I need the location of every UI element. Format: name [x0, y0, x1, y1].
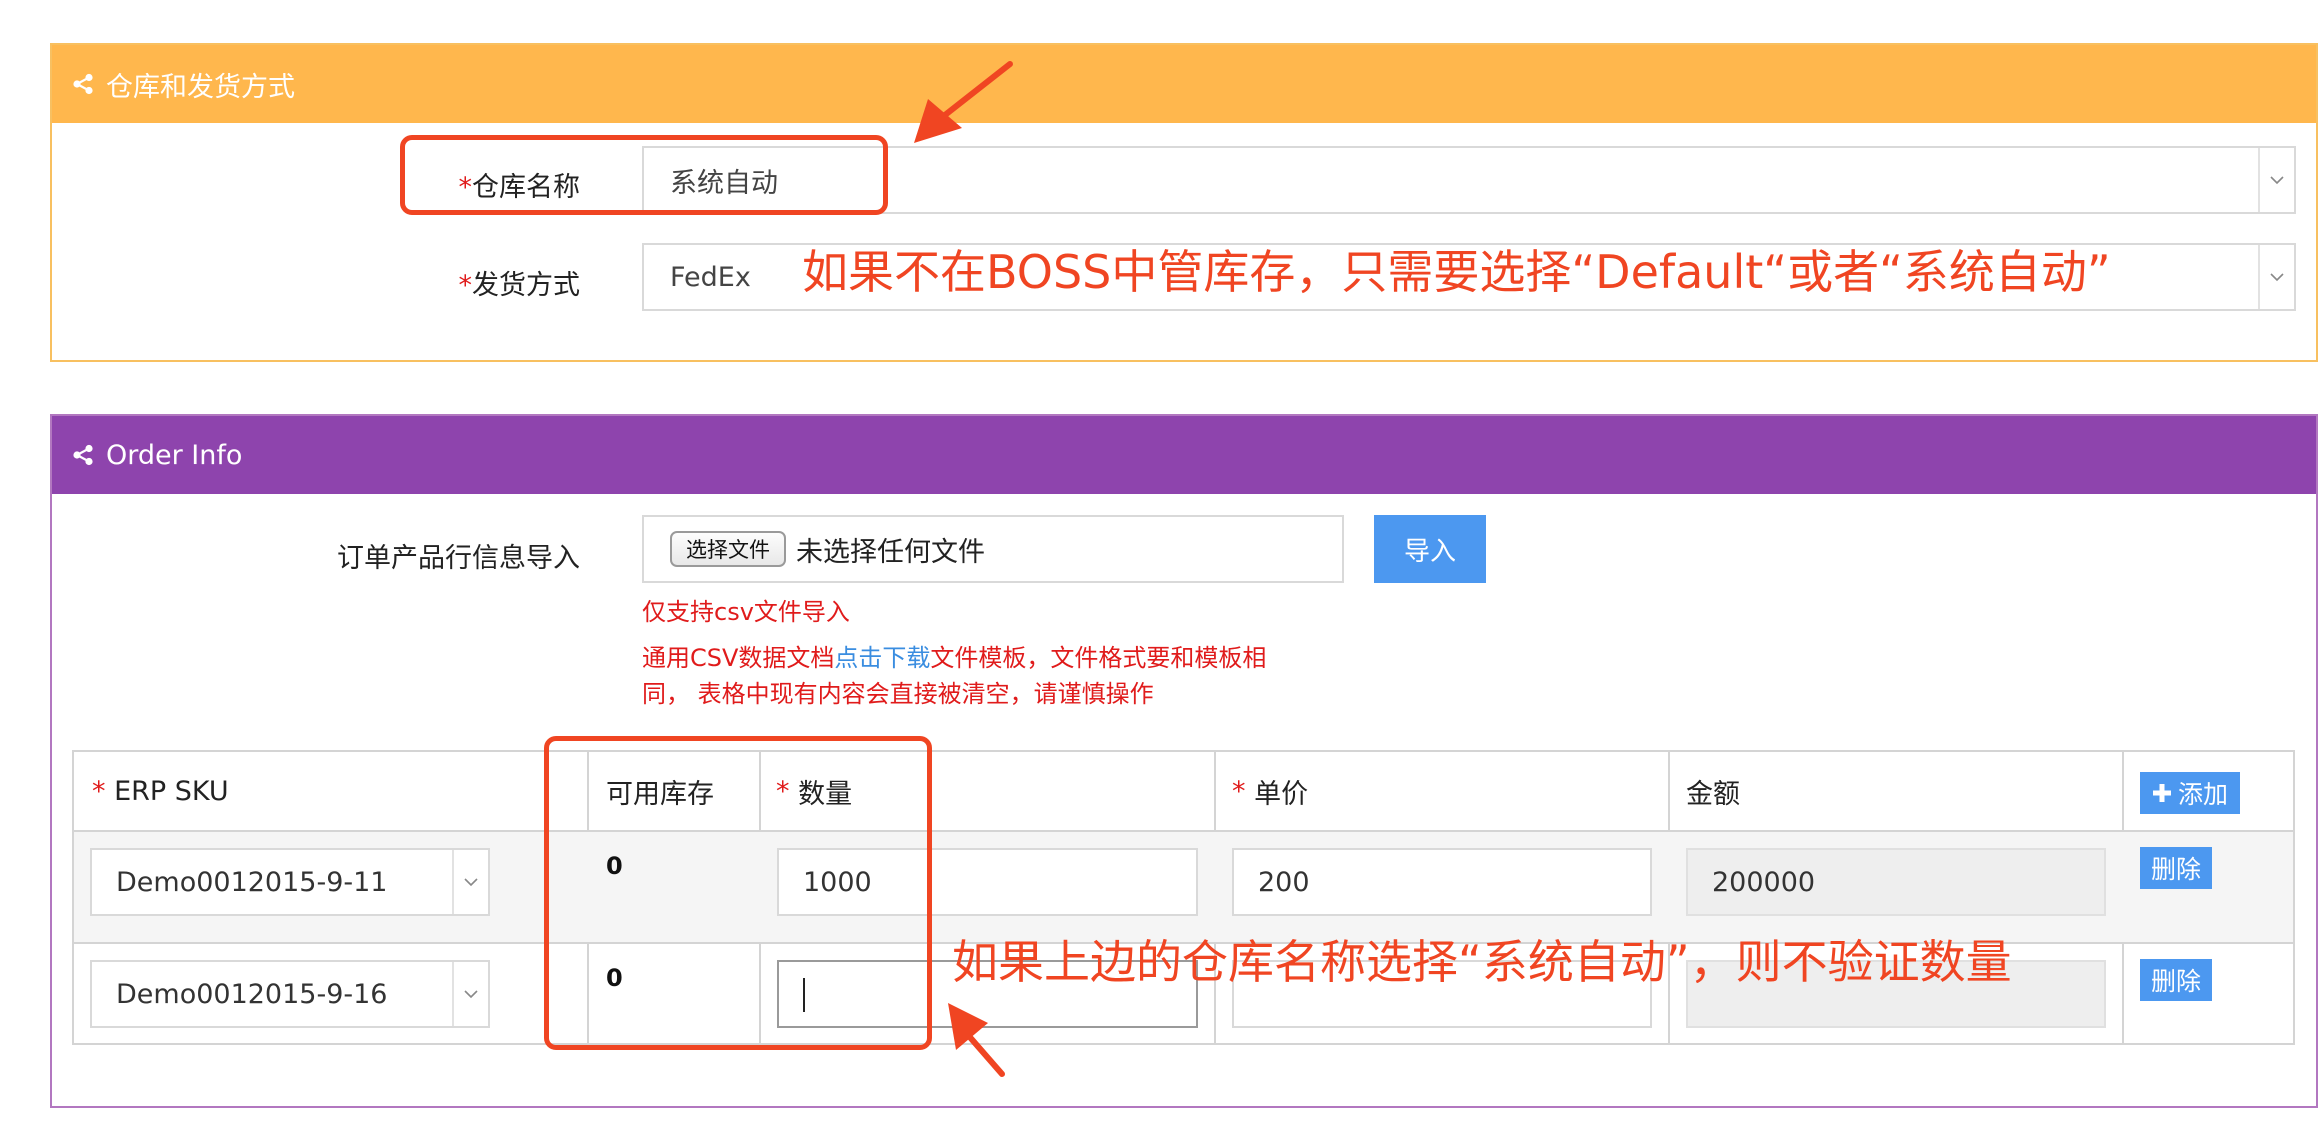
arrow-shaft	[965, 1032, 1005, 1077]
annotation-qty-note: 如果上边的仓库名称选择“系统自动”，则不验证数量	[952, 935, 2012, 989]
arrow-shaft	[942, 61, 1013, 118]
annotation-warehouse-note: 如果不在BOSS中管库存，只需要选择“Default“或者“系统自动”	[802, 245, 2111, 299]
arrow-head-icon	[948, 1003, 988, 1050]
